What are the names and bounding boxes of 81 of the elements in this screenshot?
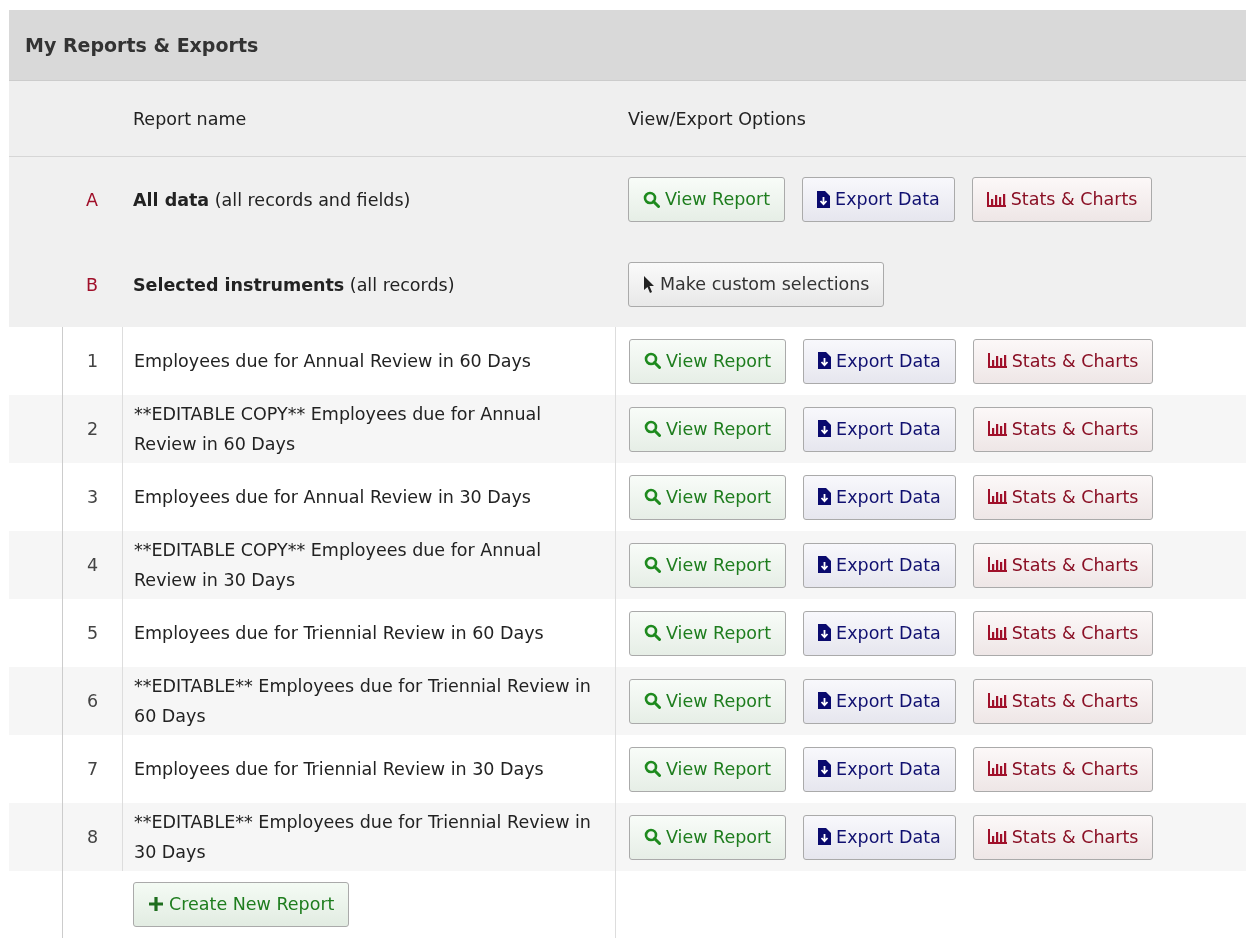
report-name: Employees due for Triennial Review in 60 Days bbox=[134, 622, 544, 645]
search-icon bbox=[644, 692, 661, 709]
plus-icon bbox=[148, 896, 164, 912]
stats-charts-button[interactable]: Stats & Charts bbox=[972, 746, 1154, 792]
column-header: View/Export Options bbox=[628, 107, 806, 131]
file-download-icon bbox=[818, 828, 832, 845]
file-download-icon bbox=[817, 190, 831, 208]
search-icon bbox=[644, 760, 661, 777]
report-name: **EDITABLE** Employees due for Triennial Review in 60 Days bbox=[134, 675, 592, 728]
stats-charts-button[interactable]: Stats & Charts bbox=[972, 338, 1154, 384]
file-download-icon bbox=[818, 352, 832, 369]
export-data-button[interactable]: Export Data bbox=[803, 814, 956, 860]
bar-chart-icon bbox=[987, 421, 1007, 436]
export-data-button[interactable]: Export Data bbox=[803, 406, 956, 452]
export-data-button[interactable]: Export Data bbox=[803, 746, 956, 792]
export-data-button[interactable]: Export Data bbox=[803, 338, 956, 384]
view-report-button[interactable]: View Report bbox=[629, 814, 787, 860]
file-download-icon bbox=[818, 624, 832, 641]
bar-chart-icon bbox=[987, 693, 1007, 708]
view-report-button[interactable]: View Report bbox=[629, 746, 787, 792]
bar-chart-icon bbox=[987, 353, 1007, 368]
stats-charts-button[interactable]: Stats & Charts bbox=[972, 406, 1154, 452]
search-icon bbox=[644, 556, 661, 573]
file-download-icon bbox=[818, 420, 832, 437]
view-report-button[interactable]: View Report bbox=[629, 678, 787, 724]
stats-charts-button[interactable]: Stats & Charts bbox=[972, 610, 1154, 656]
search-icon bbox=[643, 190, 660, 208]
create-report-button[interactable]: Create New Report bbox=[133, 882, 350, 927]
bar-chart-icon bbox=[986, 191, 1006, 207]
row-label: 8 bbox=[86, 826, 99, 849]
search-icon bbox=[644, 624, 661, 641]
row-label: 6 bbox=[86, 690, 99, 713]
row-label: 5 bbox=[86, 622, 99, 645]
report-name: **EDITABLE COPY** Employees due for Annual Review in 60 Days bbox=[134, 403, 543, 456]
file-download-icon bbox=[818, 692, 832, 709]
view-report-button[interactable]: View Report bbox=[629, 542, 787, 588]
row-label: 4 bbox=[86, 554, 99, 577]
bar-chart-icon bbox=[987, 625, 1007, 640]
search-icon bbox=[644, 420, 661, 437]
report-name: Selected instruments (all records) bbox=[133, 273, 455, 297]
row-label: A bbox=[86, 188, 98, 212]
file-download-icon bbox=[818, 556, 832, 573]
row-label: B bbox=[86, 273, 98, 297]
column-header: Report name bbox=[133, 107, 247, 131]
custom-selections-button[interactable]: Make custom selections bbox=[628, 262, 885, 307]
export-data-button[interactable]: Export Data bbox=[803, 474, 956, 520]
search-icon bbox=[644, 828, 661, 845]
row-label: 1 bbox=[86, 350, 99, 373]
report-name: All data (all records and fields) bbox=[133, 188, 411, 212]
stats-charts-button[interactable]: Stats & Charts bbox=[972, 474, 1154, 520]
panel-title: My Reports & Exports bbox=[25, 34, 259, 56]
export-data-button[interactable]: Export Data bbox=[803, 542, 956, 588]
file-download-icon bbox=[818, 760, 832, 777]
row-label: 3 bbox=[86, 486, 99, 509]
report-name: **EDITABLE** Employees due for Triennial Review in 30 Days bbox=[134, 811, 592, 864]
report-name: **EDITABLE COPY** Employees due for Annual Review in 30 Days bbox=[134, 539, 543, 592]
report-name: Employees due for Triennial Review in 30 Days bbox=[134, 758, 544, 781]
view-report-button[interactable]: View Report bbox=[629, 610, 787, 656]
export-data-button[interactable]: Export Data bbox=[802, 177, 955, 222]
bar-chart-icon bbox=[987, 557, 1007, 572]
export-data-button[interactable]: Export Data bbox=[803, 678, 956, 724]
bar-chart-icon bbox=[987, 829, 1007, 844]
bar-chart-icon bbox=[987, 489, 1007, 504]
view-report-button[interactable]: View Report bbox=[629, 338, 787, 384]
view-report-button[interactable]: View Report bbox=[629, 474, 787, 520]
stats-charts-button[interactable]: Stats & Charts bbox=[972, 542, 1154, 588]
stats-charts-button[interactable]: Stats & Charts bbox=[971, 177, 1153, 222]
bar-chart-icon bbox=[987, 761, 1007, 776]
row-label: 2 bbox=[86, 418, 99, 441]
view-report-button[interactable]: View Report bbox=[628, 177, 786, 222]
view-report-button[interactable]: View Report bbox=[629, 406, 787, 452]
report-name: Employees due for Annual Review in 30 Days bbox=[134, 486, 531, 509]
report-name: Employees due for Annual Review in 60 Days bbox=[134, 350, 531, 373]
search-icon bbox=[644, 488, 661, 505]
row-label: 7 bbox=[86, 758, 99, 781]
stats-charts-button[interactable]: Stats & Charts bbox=[972, 814, 1154, 860]
export-data-button[interactable]: Export Data bbox=[803, 610, 956, 656]
pointer-icon bbox=[643, 275, 655, 293]
stats-charts-button[interactable]: Stats & Charts bbox=[972, 678, 1154, 724]
search-icon bbox=[644, 352, 661, 369]
file-download-icon bbox=[818, 488, 832, 505]
